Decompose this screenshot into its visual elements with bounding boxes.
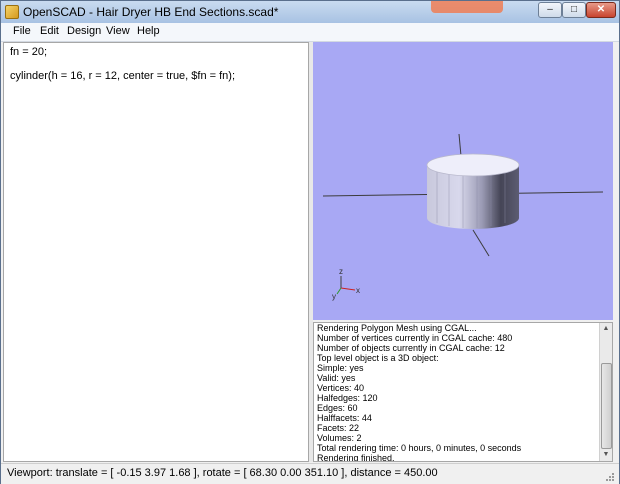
x-indicator-line <box>340 287 356 291</box>
console-scrollbar[interactable]: ▲ ▼ <box>599 323 612 461</box>
maximize-button[interactable]: □ <box>562 2 586 18</box>
openscad-app-icon[interactable] <box>5 5 19 19</box>
resize-grip-icon[interactable] <box>605 472 615 482</box>
code-line[interactable]: cylinder(h = 16, r = 12, center = true, … <box>10 70 235 82</box>
console-output[interactable]: Rendering Polygon Mesh using CGAL... Num… <box>313 322 613 462</box>
z-axis-label: z <box>339 267 343 276</box>
menu-file[interactable]: File <box>13 25 31 37</box>
viewport-status: Viewport: translate = [ -0.15 3.97 1.68 … <box>7 467 438 479</box>
console-line: Halffacets: 44 <box>317 413 372 423</box>
menu-edit[interactable]: Edit <box>40 25 59 37</box>
code-line[interactable]: fn = 20; <box>10 46 47 58</box>
console-line: Facets: 22 <box>317 423 360 433</box>
console-line: Number of vertices currently in CGAL cac… <box>317 333 513 343</box>
console-line: Number of objects currently in CGAL cach… <box>317 343 505 353</box>
y-axis-label: y <box>332 292 336 301</box>
z-axis-line <box>458 133 462 157</box>
title-bar[interactable]: OpenSCAD - Hair Dryer HB End Sections.sc… <box>1 1 619 24</box>
close-button[interactable]: ✕ <box>586 2 616 18</box>
y-indicator-line <box>336 287 342 295</box>
console-line: Vertices: 40 <box>317 383 365 393</box>
code-editor[interactable]: fn = 20; cylinder(h = 16, r = 12, center… <box>3 42 309 462</box>
console-line: Valid: yes <box>317 373 356 383</box>
scroll-down-arrow-icon[interactable]: ▼ <box>601 450 611 460</box>
console-line: Top level object is a 3D object: <box>317 353 439 363</box>
scroll-thumb[interactable] <box>601 363 612 449</box>
x-axis-label: x <box>356 286 360 295</box>
title-bar-highlight <box>431 1 503 13</box>
console-line: Rendering finished. <box>317 453 395 462</box>
console-line: Halfedges: 120 <box>317 393 378 403</box>
window-title: OpenSCAD - Hair Dryer HB End Sections.sc… <box>23 5 279 19</box>
console-line: Edges: 60 <box>317 403 358 413</box>
minimize-button[interactable]: ‒ <box>538 2 562 18</box>
status-bar: Viewport: translate = [ -0.15 3.97 1.68 … <box>1 463 619 484</box>
menu-view[interactable]: View <box>106 25 130 37</box>
console-line: Rendering Polygon Mesh using CGAL... <box>317 323 477 333</box>
y-axis-line <box>472 229 490 257</box>
menu-design[interactable]: Design <box>67 25 101 37</box>
viewport-scene: z x y <box>322 133 604 301</box>
menu-bar: File Edit Design View Help <box>1 23 619 42</box>
menu-help[interactable]: Help <box>137 25 160 37</box>
console-line: Simple: yes <box>317 363 364 373</box>
cylinder-top <box>426 153 520 177</box>
openscad-window: OpenSCAD - Hair Dryer HB End Sections.sc… <box>0 0 620 484</box>
console-line: Total rendering time: 0 hours, 0 minutes… <box>317 443 522 453</box>
console-line: Volumes: 2 <box>317 433 362 443</box>
scroll-up-arrow-icon[interactable]: ▲ <box>601 324 611 334</box>
3d-viewport[interactable]: z x y <box>313 42 613 320</box>
